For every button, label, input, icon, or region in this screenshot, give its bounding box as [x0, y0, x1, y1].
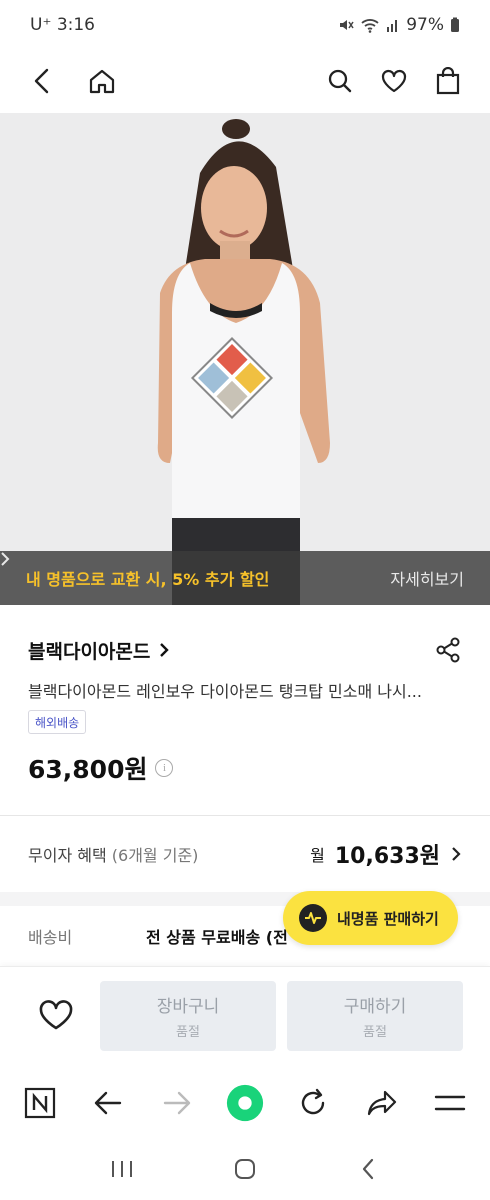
search-icon [328, 69, 352, 93]
signal-icon [387, 20, 398, 32]
shopping-bag-icon [436, 67, 460, 95]
home-icon [89, 69, 115, 94]
green-dot-button[interactable] [225, 1083, 265, 1123]
cart-button[interactable] [428, 61, 468, 101]
wishlist-button[interactable] [374, 61, 414, 101]
share-page-button[interactable] [362, 1083, 402, 1123]
top-nav [0, 50, 490, 112]
arrow-right-icon [163, 1091, 190, 1115]
status-icons: 97% [338, 15, 460, 35]
cart-label: 장바구니 [156, 997, 220, 1017]
promo-banner[interactable]: 내 명품으로 교환 시, 5% 추가 할인 자세히보기 [0, 551, 490, 605]
installment-prefix: 월 [310, 846, 325, 865]
promo-detail-link[interactable]: 자세히보기 [1, 552, 464, 590]
buy-label: 구매하기 [343, 997, 407, 1017]
back-button[interactable] [22, 61, 62, 101]
browser-menu-button[interactable] [430, 1083, 470, 1123]
installment-amount: 10,633원 [334, 844, 440, 869]
recent-apps-button[interactable] [102, 1149, 142, 1189]
menu-icon [434, 1095, 466, 1111]
green-dot-icon [226, 1084, 264, 1122]
system-back-icon [363, 1158, 374, 1180]
browser-forward-button[interactable] [157, 1083, 197, 1123]
price-row: 63,800원 i [28, 750, 174, 786]
sell-luxury-button[interactable]: 내명품 판매하기 [283, 891, 458, 945]
installment-row[interactable]: 무이자 혜택 (6개월 기준) 월 10,633원 [0, 816, 490, 892]
promo-link-label: 자세히보기 [390, 570, 464, 589]
installment-label: 무이자 혜택 [28, 846, 107, 865]
shipping-value: 전 상품 무료배송 (전 [146, 928, 288, 947]
shipping-label: 배송비 [28, 928, 73, 947]
sell-button-label: 내명품 판매하기 [337, 909, 439, 928]
system-home-button[interactable] [225, 1149, 265, 1189]
arrow-left-icon [95, 1091, 122, 1115]
promo-text: 내 명품으로 교환 시, 5% 추가 할인 [26, 570, 270, 589]
battery-icon [451, 17, 459, 32]
cart-soldout-label: 품절 [176, 1025, 200, 1040]
forward-share-icon [367, 1090, 396, 1116]
overseas-shipping-badge: 해외배송 [28, 710, 87, 734]
wishlist-toggle[interactable] [36, 995, 76, 1035]
mute-icon [340, 20, 354, 30]
purchase-action-bar: 장바구니 품절 구매하기 품절 [0, 966, 490, 1068]
naver-home-button[interactable] [20, 1083, 60, 1123]
product-title: 블랙다이아몬드 레인보우 다이아몬드 탱크탑 민소매 나시... [28, 682, 422, 701]
home-circle-icon [234, 1159, 255, 1179]
share-icon [436, 637, 460, 663]
brand-link[interactable]: 블랙다이아몬드 [28, 637, 170, 664]
product-price: 63,800원 [28, 755, 148, 784]
chevron-right-icon [160, 643, 170, 657]
status-time: U⁺ 3:16 [30, 15, 95, 35]
browser-toolbar [0, 1068, 490, 1138]
product-photo [0, 113, 490, 605]
status-bar: U⁺ 3:16 97% [0, 0, 490, 50]
installment-sub: (6개월 기준) [111, 846, 199, 865]
system-back-button[interactable] [348, 1149, 388, 1189]
search-button[interactable] [320, 61, 360, 101]
add-to-cart-button[interactable]: 장바구니 품절 [100, 981, 276, 1051]
pulse-icon [299, 904, 327, 932]
brand-name: 블랙다이아몬드 [28, 640, 151, 663]
installment-label-group: 무이자 혜택 (6개월 기준) [28, 842, 198, 866]
home-button[interactable] [82, 61, 122, 101]
installment-amount-group: 월 10,633원 [310, 838, 462, 870]
heart-icon [39, 1000, 73, 1030]
browser-back-button[interactable] [88, 1083, 128, 1123]
battery-percent: 97% [406, 15, 444, 35]
product-image[interactable]: 내 명품으로 교환 시, 5% 추가 할인 자세히보기 [0, 113, 490, 605]
brand-row: 블랙다이아몬드 [28, 630, 468, 670]
wifi-icon [361, 19, 379, 33]
naver-n-icon [25, 1087, 56, 1119]
share-button[interactable] [428, 630, 468, 670]
info-icon[interactable]: i [155, 759, 174, 777]
refresh-icon [302, 1088, 325, 1115]
refresh-button[interactable] [293, 1083, 333, 1123]
back-icon [34, 68, 49, 94]
heart-icon [381, 69, 407, 93]
buy-button[interactable]: 구매하기 품절 [287, 981, 463, 1051]
recent-apps-icon [111, 1161, 132, 1177]
system-navigation [0, 1138, 490, 1200]
chevron-right-icon [1, 552, 10, 566]
chevron-right-icon [452, 847, 461, 861]
buy-soldout-label: 품절 [363, 1025, 387, 1040]
